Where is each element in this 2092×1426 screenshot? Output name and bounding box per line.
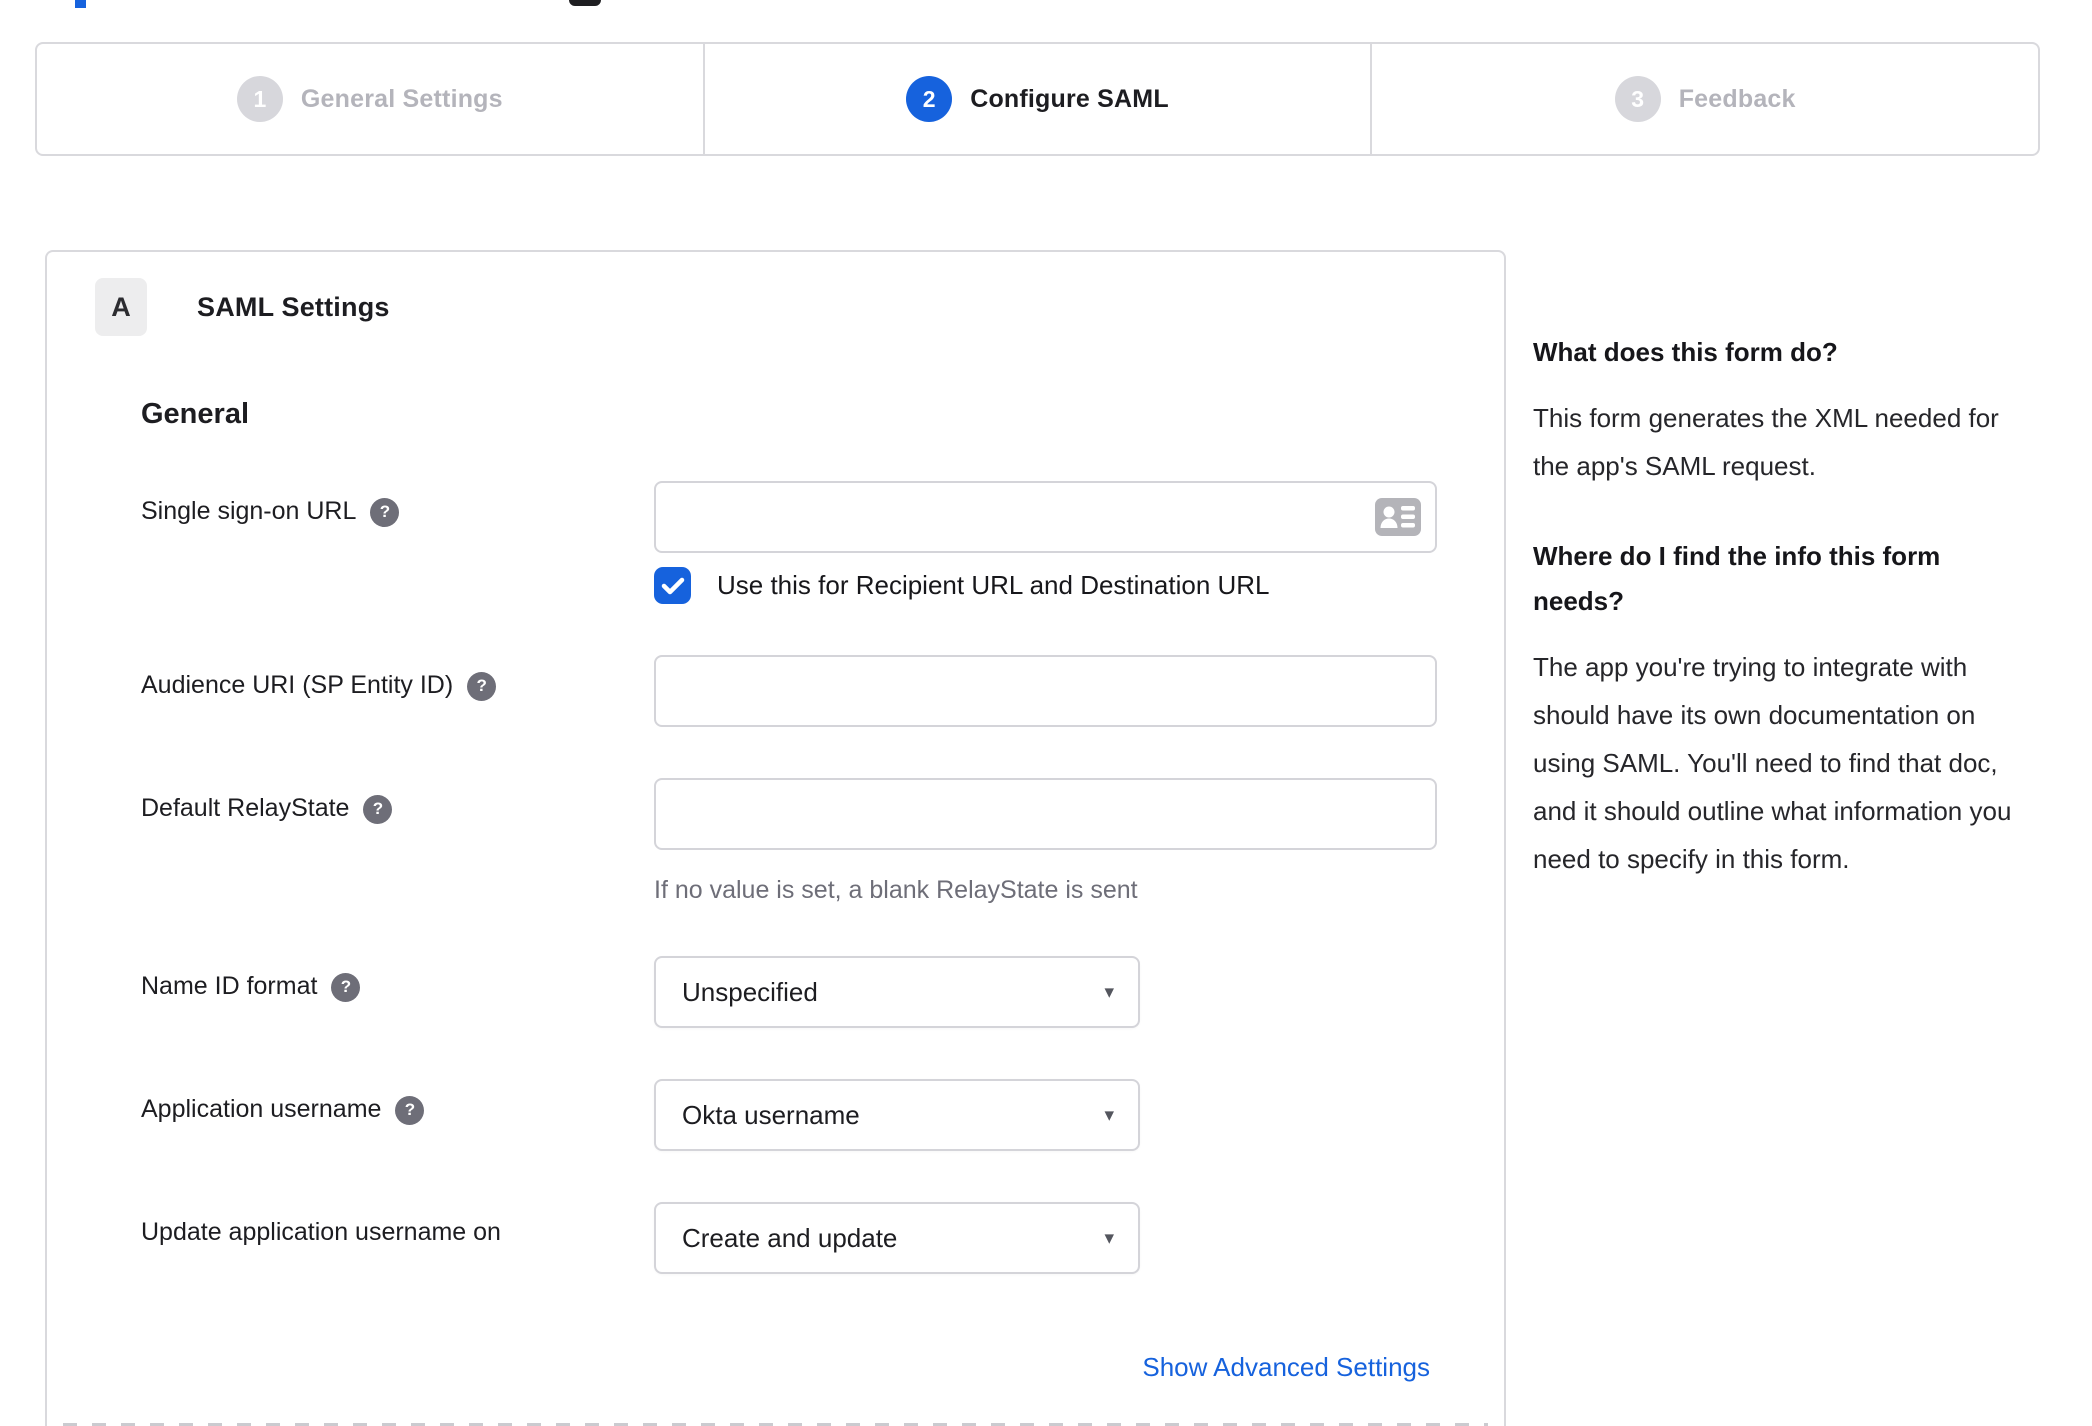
select-value: Create and update <box>682 1222 898 1253</box>
show-advanced-settings-link[interactable]: Show Advanced Settings <box>1142 1352 1430 1382</box>
audience-uri-input[interactable] <box>654 655 1437 727</box>
form-row-audience-uri: Audience URI (SP Entity ID)? <box>95 655 1456 727</box>
help-icon[interactable]: ? <box>395 1095 425 1125</box>
panel-title: SAML Settings <box>197 291 390 322</box>
general-section-heading: General <box>141 398 249 430</box>
form-row-default-relaystate: Default RelayState? If no value is set, … <box>95 778 1456 905</box>
application-username-select[interactable]: Okta username ▾ <box>654 1079 1140 1151</box>
help-icon[interactable]: ? <box>467 671 497 701</box>
single-sign-on-url-input[interactable] <box>654 481 1437 553</box>
sidebar-heading-where: Where do I find the info this form needs… <box>1533 540 1941 617</box>
audience-uri-label: Audience URI (SP Entity ID) <box>141 671 454 699</box>
step-number-badge: 2 <box>906 76 953 122</box>
help-icon[interactable]: ? <box>370 497 400 527</box>
clipped-header-logo-fragment <box>569 0 601 6</box>
step-label: Feedback <box>1678 84 1796 113</box>
step-general-settings[interactable]: 1 General Settings <box>37 44 703 154</box>
saml-settings-panel: A SAML Settings General Single sign-on U… <box>45 250 1506 1426</box>
section-a-badge: A <box>95 278 147 336</box>
saml-form: Single sign-on URL? Use this for Recipie… <box>95 481 1456 1383</box>
relaystate-hint: If no value is set, a blank RelayState i… <box>654 876 1138 904</box>
recipient-url-checkbox-label: Use this for Recipient URL and Destinati… <box>717 570 1270 600</box>
recipient-url-checkbox[interactable] <box>654 567 691 604</box>
name-id-format-select[interactable]: Unspecified ▾ <box>654 956 1140 1028</box>
form-row-name-id-format: Name ID format? Unspecified ▾ <box>95 956 1456 1028</box>
default-relaystate-input[interactable] <box>654 778 1437 850</box>
select-value: Okta username <box>682 1099 860 1130</box>
help-icon[interactable]: ? <box>363 794 393 824</box>
chevron-down-icon: ▾ <box>1104 1227 1114 1249</box>
sidebar-heading-what: What does this form do? <box>1533 337 1838 367</box>
help-icon[interactable]: ? <box>331 972 361 1002</box>
help-sidebar: What does this form do? This form genera… <box>1533 330 2038 927</box>
chevron-down-icon: ▾ <box>1104 1104 1114 1126</box>
name-id-format-label: Name ID format <box>141 972 318 1000</box>
clipped-header-blue-fragment <box>75 0 86 8</box>
step-label: Configure SAML <box>970 84 1169 113</box>
single-sign-on-url-label: Single sign-on URL <box>141 497 357 525</box>
sidebar-body-where: The app you're trying to integrate with … <box>1533 651 2012 875</box>
panel-header: A SAML Settings <box>95 278 1456 336</box>
step-label: General Settings <box>300 84 503 113</box>
sidebar-body-what: This form generates the XML needed for t… <box>1533 402 1999 481</box>
recipient-url-checkbox-row: Use this for Recipient URL and Destinati… <box>654 567 1456 604</box>
form-row-application-username: Application username? Okta username ▾ <box>95 1079 1456 1151</box>
checkmark-icon <box>661 577 684 594</box>
contact-card-icon[interactable] <box>1375 498 1421 536</box>
select-value: Unspecified <box>682 976 818 1007</box>
chevron-down-icon: ▾ <box>1104 981 1114 1003</box>
update-application-username-select[interactable]: Create and update ▾ <box>654 1202 1140 1274</box>
update-application-username-label: Update application username on <box>141 1218 501 1246</box>
application-username-label: Application username <box>141 1095 382 1123</box>
wizard-stepper: 1 General Settings 2 Configure SAML 3 Fe… <box>35 42 2040 156</box>
step-configure-saml[interactable]: 2 Configure SAML <box>702 44 1371 154</box>
step-number-badge: 1 <box>236 76 283 122</box>
default-relaystate-label: Default RelayState <box>141 794 350 822</box>
form-row-update-application-username: Update application username on Create an… <box>95 1202 1456 1274</box>
form-row-single-sign-on-url: Single sign-on URL? Use this for Recipie… <box>95 481 1456 604</box>
step-number-badge: 3 <box>1614 76 1661 122</box>
step-feedback[interactable]: 3 Feedback <box>1370 44 2038 154</box>
